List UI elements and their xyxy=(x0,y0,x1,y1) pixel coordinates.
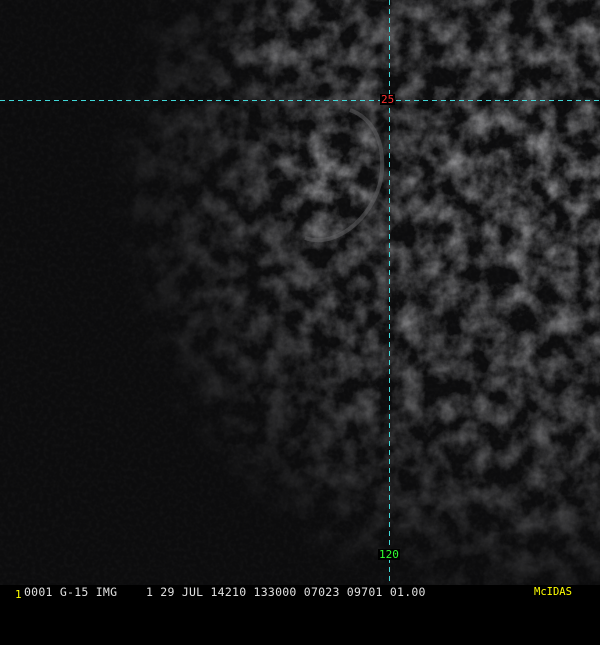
image-header-text: 0001 G-15 IMG 1 29 JUL 14210 133000 0702… xyxy=(24,585,426,599)
image-info-bar: 1 0001 G-15 IMG 1 29 JUL 14210 133000 07… xyxy=(0,585,600,601)
cloud-field xyxy=(0,0,600,600)
longitude-label: 120 xyxy=(378,548,400,561)
satellite-image xyxy=(0,0,600,600)
latitude-label: 25 xyxy=(380,93,396,106)
software-label: McIDAS xyxy=(534,586,572,598)
